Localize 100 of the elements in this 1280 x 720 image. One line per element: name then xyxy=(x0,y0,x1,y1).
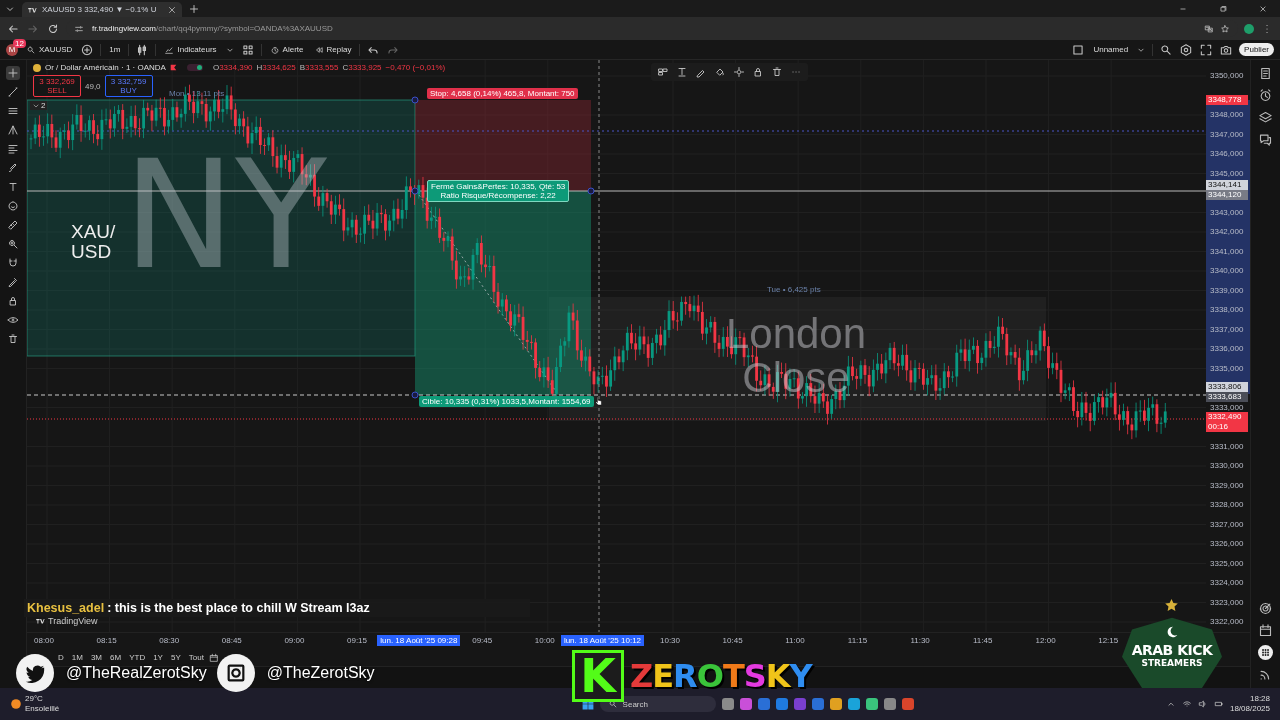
text-icon[interactable] xyxy=(676,66,688,78)
add-symbol-icon[interactable] xyxy=(80,42,95,57)
taskbar-app-icon[interactable] xyxy=(757,698,770,710)
symbol-search-button[interactable]: XAUUSD xyxy=(24,44,75,55)
speaker-icon[interactable] xyxy=(1197,699,1208,709)
new-tab-icon[interactable] xyxy=(188,2,200,15)
time-cursor-label: lun. 18 Août '25 09:28 xyxy=(377,635,461,646)
taskbar-app-icon[interactable] xyxy=(811,698,824,710)
close-icon[interactable] xyxy=(167,4,177,15)
clock-date: 18/08/2025 xyxy=(1229,704,1270,714)
fill-icon[interactable] xyxy=(714,66,726,78)
lock-icon[interactable] xyxy=(752,66,764,78)
crosshair-icon[interactable] xyxy=(6,66,20,80)
grid-dots-icon[interactable] xyxy=(1258,645,1273,660)
price-tag-text: 3344,120 xyxy=(1208,190,1243,201)
range-button[interactable]: YTD xyxy=(126,653,149,662)
layers-icon[interactable] xyxy=(1258,110,1273,125)
flag-icon[interactable] xyxy=(169,64,177,71)
layout-name-button[interactable]: Unnamed xyxy=(1091,45,1131,54)
interval-button[interactable]: 1m xyxy=(107,45,123,54)
taskbar-app-icon[interactable] xyxy=(721,698,734,710)
taskbar-app-icon[interactable] xyxy=(739,698,752,710)
price-tick: 3339,000 xyxy=(1210,285,1244,296)
toggle-switch[interactable] xyxy=(186,64,203,71)
replay-button[interactable]: Replay xyxy=(311,44,354,55)
range-button[interactable]: 1Y xyxy=(150,653,166,662)
settings-icon[interactable] xyxy=(733,66,745,78)
chat-icon[interactable] xyxy=(1258,132,1273,147)
range-button[interactable]: 3M xyxy=(87,653,106,662)
tab-title: XAUUSD 3 332,490 ▼ −0.1% U xyxy=(42,5,158,14)
magnet-icon[interactable] xyxy=(6,256,20,270)
buy-button[interactable]: 3 332,759 BUY xyxy=(104,75,153,97)
battery-icon[interactable] xyxy=(1213,699,1224,709)
pencil-lock-icon[interactable] xyxy=(6,275,20,289)
taskbar-app-icon[interactable] xyxy=(847,698,860,710)
chat-text: : this is the best place to chill W Stream l3az xyxy=(107,601,370,615)
time-tick: 09:00 xyxy=(284,636,305,645)
taskbar-app-icon[interactable] xyxy=(883,698,896,710)
publish-button[interactable]: Publier xyxy=(1239,43,1274,56)
calendar-icon[interactable] xyxy=(1258,623,1273,638)
square-icon[interactable] xyxy=(1071,42,1086,57)
profit-text: Ratio Risque/Récompense: 2,22 xyxy=(440,191,556,200)
wifi-icon[interactable] xyxy=(1181,699,1192,709)
fullscreen-icon[interactable] xyxy=(1199,42,1214,57)
time-tick: 08:15 xyxy=(96,636,117,645)
smiley-icon[interactable] xyxy=(6,199,20,213)
price-tick: 3326,000 xyxy=(1210,539,1244,549)
target-icon[interactable] xyxy=(1258,601,1273,616)
site-settings-icon[interactable] xyxy=(74,23,84,34)
ruler-icon[interactable] xyxy=(6,218,20,232)
levels-icon[interactable] xyxy=(6,142,20,156)
taskbar-app-icon[interactable] xyxy=(829,698,842,710)
time-tick: 09:15 xyxy=(347,636,368,645)
translate-icon[interactable] xyxy=(1204,23,1214,34)
time-tick: 08:00 xyxy=(34,636,55,645)
reload-icon[interactable] xyxy=(46,21,60,36)
taskbar-app-icon[interactable] xyxy=(865,698,878,710)
trash-icon[interactable] xyxy=(771,66,783,78)
collapse-button[interactable]: 2 xyxy=(30,101,48,110)
price-tag-text: 3344,141 xyxy=(1208,180,1243,191)
price-tick: 3323,000 xyxy=(1210,597,1244,608)
pitchfork-icon[interactable] xyxy=(6,123,20,137)
text-icon[interactable] xyxy=(6,180,20,194)
sell-button[interactable]: 3 332,269 SELL xyxy=(33,75,81,97)
list-icon[interactable] xyxy=(1258,66,1273,81)
zoom-icon[interactable] xyxy=(6,237,20,251)
calendar-icon[interactable] xyxy=(208,652,219,663)
indicators-button[interactable]: Indicateurs xyxy=(162,44,219,55)
range-button[interactable]: 1M xyxy=(68,653,86,662)
weather-text: Ensoleillé xyxy=(25,704,60,714)
range-button[interactable]: Tout xyxy=(185,653,207,662)
price-tick: 3340,000 xyxy=(1210,266,1244,276)
taskbar-app-icon[interactable] xyxy=(775,698,788,710)
taskbar-search-field[interactable]: Search xyxy=(599,696,716,712)
sun-icon[interactable] xyxy=(10,698,22,710)
range-button[interactable]: 5Y xyxy=(167,653,184,662)
time-tick: 11:45 xyxy=(973,636,993,645)
alarm-clock-icon[interactable] xyxy=(1258,88,1273,103)
range-button[interactable]: 6M xyxy=(107,653,125,662)
time-tick: 11:15 xyxy=(847,636,868,645)
template-icon[interactable] xyxy=(657,66,669,78)
browser-tab[interactable]: XAUUSD 3 332,490 ▼ −0.1% U xyxy=(22,2,182,17)
drag-handle[interactable] xyxy=(411,187,419,195)
taskbar-app-icon[interactable] xyxy=(901,698,914,710)
trash-icon[interactable] xyxy=(6,332,20,346)
star-icon[interactable] xyxy=(1220,23,1230,34)
grid-squares-icon[interactable] xyxy=(240,42,255,57)
price-tick: 3348,000 xyxy=(1210,110,1244,120)
range-button[interactable]: D xyxy=(55,653,67,662)
quick-search-icon[interactable] xyxy=(1159,42,1174,57)
symbol-title: Or / Dollar Américain · 1 · OANDA xyxy=(45,63,166,72)
price-tick: 3342,000 xyxy=(1210,227,1244,237)
alert-button[interactable]: Alerte xyxy=(267,44,306,55)
drag-handle[interactable] xyxy=(411,96,419,104)
drag-handle[interactable] xyxy=(411,391,419,399)
price-tick: 3333,000 xyxy=(1210,402,1244,413)
settings-icon[interactable] xyxy=(1179,42,1194,57)
trend-line-icon[interactable] xyxy=(6,85,20,99)
drag-handle[interactable] xyxy=(587,187,595,195)
profile-avatar[interactable] xyxy=(1244,23,1254,34)
